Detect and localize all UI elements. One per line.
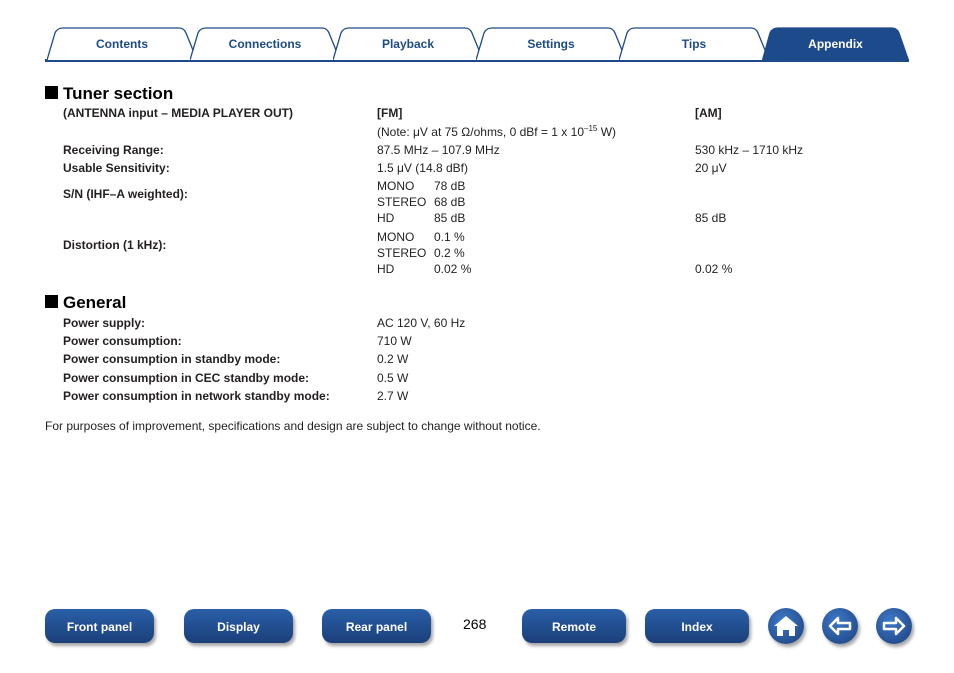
section-heading-general: General	[45, 293, 126, 313]
spec-value: 710 W	[377, 334, 412, 348]
spec-value-fm: 87.5 MHz – 107.9 MHz	[377, 143, 500, 157]
square-bullet-icon	[45, 295, 58, 308]
spec-value-am: 530 kHz – 1710 kHz	[695, 143, 804, 157]
tab-settings[interactable]: Settings	[476, 27, 626, 60]
tab-appendix[interactable]: Appendix	[762, 27, 909, 62]
spec-value: 2.7 W	[377, 389, 409, 403]
notice-text: For purposes of improvement, specificati…	[45, 419, 541, 433]
forward-button[interactable]	[876, 608, 912, 644]
mode-label: STEREO	[377, 195, 427, 209]
spec-value-fm: 1.5 μV (14.8 dBf)	[377, 161, 468, 175]
mode-label: HD	[377, 211, 395, 225]
spec-value-fm: 68 dB	[434, 195, 466, 209]
spec-label: Receiving Range:	[63, 143, 164, 157]
button-label: Index	[681, 620, 713, 634]
spec-value-fm: 0.2 %	[434, 246, 465, 260]
tab-label: Tips	[681, 37, 707, 51]
spec-label: Power supply:	[63, 316, 146, 330]
forward-arrow-icon	[882, 616, 906, 636]
home-icon	[774, 616, 798, 636]
spec-value-fm: 78 dB	[434, 179, 466, 193]
tab-label: Contents	[96, 37, 148, 51]
tab-label: Appendix	[808, 37, 863, 51]
mode-label: MONO	[377, 179, 415, 193]
tab-tips[interactable]: Tips	[619, 27, 769, 60]
section-heading-tuner: Tuner section	[45, 84, 173, 104]
tab-contents[interactable]: Contents	[47, 27, 197, 60]
spec-value-fm: 0.1 %	[434, 230, 465, 244]
spec-value: 0.5 W	[377, 371, 409, 385]
tab-label: Settings	[527, 37, 575, 51]
spec-value: 0.2 W	[377, 352, 409, 366]
spec-value-am: 85 dB	[695, 211, 727, 225]
page-number: 268	[463, 616, 487, 632]
spec-label: Usable Sensitivity:	[63, 161, 170, 175]
tab-connections[interactable]: Connections	[190, 27, 340, 60]
front-panel-button[interactable]: Front panel	[45, 609, 154, 643]
spec-value-am: 20 μV	[695, 161, 727, 175]
index-button[interactable]: Index	[645, 609, 749, 643]
spec-label: Power consumption in standby mode:	[63, 352, 281, 366]
button-label: Rear panel	[345, 620, 408, 634]
spec-label: Power consumption:	[63, 334, 182, 348]
section-title: Tuner section	[63, 84, 174, 103]
section-title: General	[63, 293, 127, 312]
button-label: Front panel	[66, 620, 133, 634]
spec-value-fm: 0.02 %	[434, 262, 472, 276]
square-bullet-icon	[45, 86, 58, 99]
mode-label: HD	[377, 262, 395, 276]
display-button[interactable]: Display	[184, 609, 293, 643]
spec-label: Power consumption in CEC standby mode:	[63, 371, 310, 385]
tab-playback[interactable]: Playback	[333, 27, 483, 60]
note-unit: W)	[597, 125, 617, 139]
note: (Note: μV at 75 Ω/ohms, 0 dBf = 1 x 10–1…	[377, 124, 616, 139]
rear-panel-button[interactable]: Rear panel	[322, 609, 431, 643]
remote-button[interactable]: Remote	[522, 609, 626, 643]
tab-label: Playback	[381, 37, 435, 51]
spec-value-am: 0.02 %	[695, 262, 733, 276]
column-am: [AM]	[695, 106, 722, 120]
spec-label: Distortion (1 kHz):	[63, 238, 167, 252]
tab-bar: Contents Connections Playback Settings T…	[45, 27, 909, 63]
spec-label: Power consumption in network standby mod…	[63, 389, 330, 403]
home-button[interactable]	[768, 608, 804, 644]
mode-label: STEREO	[377, 246, 427, 260]
mode-label: MONO	[377, 230, 415, 244]
button-label: Remote	[551, 620, 596, 634]
column-label-antenna: (ANTENNA input – MEDIA PLAYER OUT)	[63, 106, 293, 120]
spec-label: S/N (IHF–A weighted):	[63, 187, 188, 201]
button-label: Display	[217, 620, 260, 634]
spec-value: AC 120 V, 60 Hz	[377, 316, 466, 330]
note-exponent: –15	[584, 124, 598, 133]
back-button[interactable]	[822, 608, 858, 644]
column-fm: [FM]	[377, 106, 403, 120]
tab-label: Connections	[228, 37, 302, 51]
note-text: (Note: μV at 75 Ω/ohms, 0 dBf = 1 x 10	[377, 125, 584, 139]
spec-value-fm: 85 dB	[434, 211, 466, 225]
back-arrow-icon	[828, 616, 852, 636]
